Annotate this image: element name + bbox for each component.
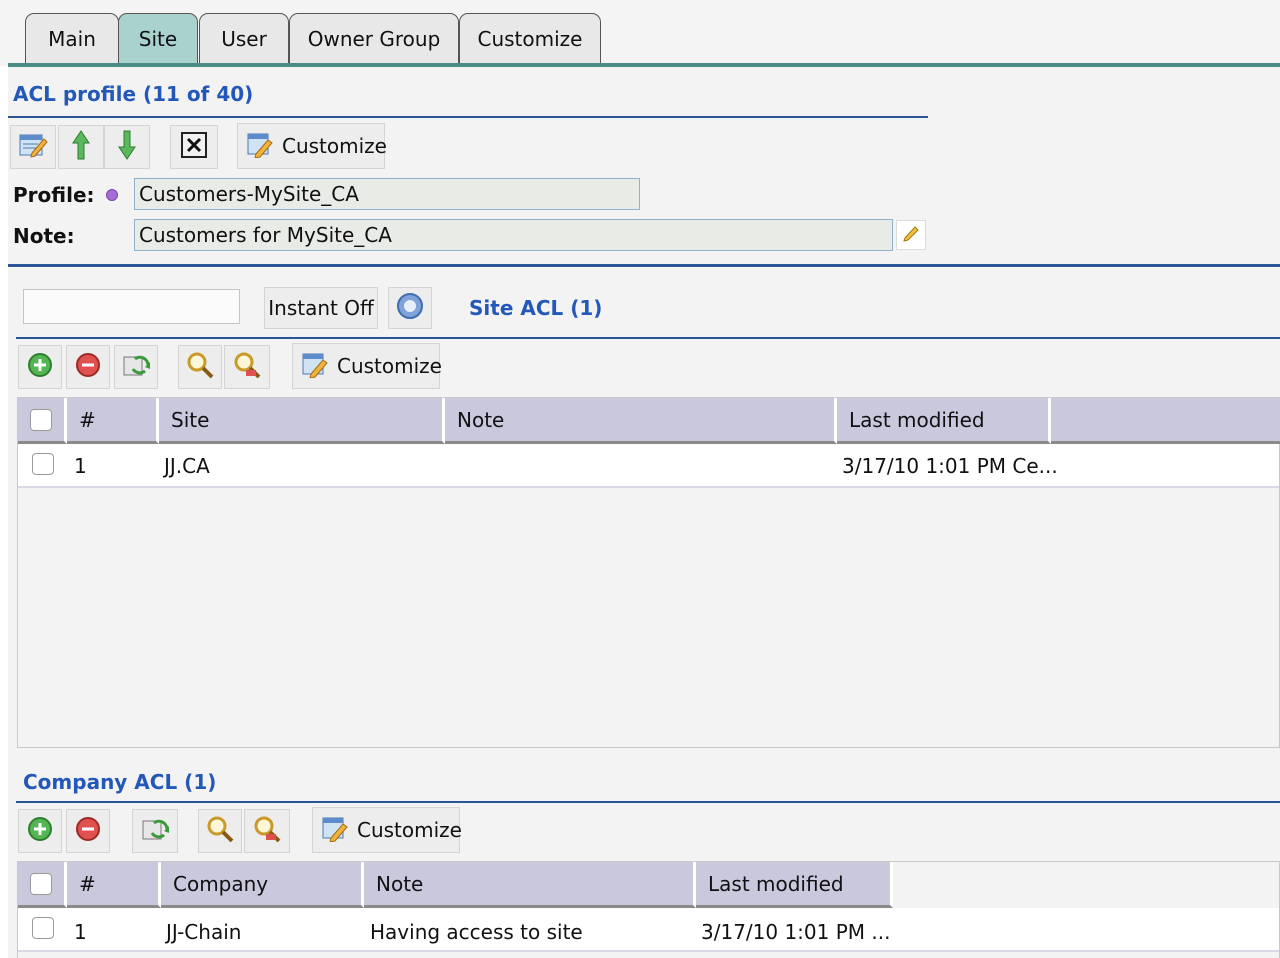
help-button[interactable]: [388, 287, 432, 329]
select-all-column[interactable]: [18, 862, 67, 908]
arrow-up-icon: [71, 129, 91, 166]
column-label: #: [79, 407, 96, 432]
tab-label: User: [221, 26, 267, 51]
tab-user[interactable]: User: [199, 13, 289, 63]
remove-icon: [75, 352, 101, 383]
delete-button[interactable]: [170, 125, 218, 169]
company-acl-title: Company ACL (1): [23, 770, 217, 794]
last-modified-cell: 3/17/10 1:01 PM Ce...: [842, 454, 1058, 478]
tab-main[interactable]: Main: [25, 13, 119, 63]
search-clear-icon: [252, 814, 282, 849]
column-header-number[interactable]: #: [67, 398, 159, 444]
add-icon: [27, 352, 53, 383]
column-label: Site: [171, 407, 210, 432]
site-remove-button[interactable]: [66, 345, 110, 389]
site-acl-title: Site ACL (1): [469, 296, 603, 320]
last-modified-cell: 3/17/10 1:01 PM ...: [701, 920, 891, 944]
acl-profile-title: ACL profile (11 of 40): [13, 82, 254, 106]
company-clear-search-button[interactable]: [244, 809, 290, 853]
column-header-number[interactable]: #: [67, 862, 161, 908]
column-header-company[interactable]: Company: [161, 862, 364, 908]
company-search-button[interactable]: [198, 809, 242, 853]
select-all-checkbox[interactable]: [30, 408, 52, 431]
company-remove-button[interactable]: [66, 809, 110, 853]
search-icon: [205, 814, 235, 849]
refresh-icon: [140, 815, 170, 848]
instant-toggle-button[interactable]: Instant Off: [264, 287, 378, 329]
search-icon: [185, 350, 215, 385]
edit-form-icon: [18, 131, 48, 164]
table-row[interactable]: 1 JJ.CA 3/17/10 1:01 PM Ce...: [18, 444, 1279, 488]
customize-icon: [246, 130, 274, 163]
site-clear-search-button[interactable]: [224, 345, 270, 389]
pencil-icon: [902, 223, 920, 247]
required-dot-icon: [106, 189, 118, 201]
site-search-button[interactable]: [178, 345, 222, 389]
refresh-icon: [121, 351, 151, 384]
site-acl-table: # Site Note Last modified 1 JJ.CA 3/17/1…: [17, 397, 1280, 748]
tab-label: Site: [138, 26, 178, 51]
select-all-checkbox[interactable]: [30, 872, 52, 895]
customize-icon: [301, 350, 329, 383]
column-header-note[interactable]: Note: [364, 862, 696, 908]
column-label: #: [79, 871, 96, 896]
column-label: Last modified: [849, 407, 985, 432]
column-label: Note: [457, 407, 505, 432]
tab-site[interactable]: Site: [118, 13, 198, 63]
tab-customize[interactable]: Customize: [459, 13, 601, 63]
tab-label: Owner Group: [307, 26, 441, 51]
customize-label: Customize: [337, 354, 442, 378]
column-label: Note: [376, 871, 424, 896]
site-add-button[interactable]: [18, 345, 62, 389]
customize-icon: [321, 814, 349, 847]
table-row[interactable]: 1 JJ-Chain Having access to site 3/17/10…: [18, 908, 1279, 952]
column-header-note[interactable]: Note: [445, 398, 837, 444]
site-acl-divider: [16, 337, 1280, 339]
note-cell: Having access to site: [370, 920, 583, 944]
profile-title-divider: [8, 116, 928, 118]
company-acl-table: # Company Note Last modified 1 JJ-Chain …: [17, 861, 1280, 958]
help-icon: [396, 292, 424, 325]
column-header-last-modified[interactable]: Last modified: [837, 398, 1051, 444]
search-clear-icon: [232, 350, 262, 385]
filter-search-input[interactable]: [23, 289, 240, 324]
profile-bottom-divider: [8, 264, 1280, 267]
site-cell: JJ.CA: [164, 454, 210, 478]
tab-owner-group[interactable]: Owner Group: [289, 13, 459, 63]
add-icon: [27, 816, 53, 847]
close-box-icon: [180, 131, 208, 164]
row-number: 1: [74, 920, 87, 944]
site-customize-button[interactable]: Customize: [292, 343, 442, 389]
company-acl-divider: [16, 801, 1280, 803]
edit-note-button[interactable]: [896, 220, 926, 250]
row-number: 1: [74, 454, 87, 478]
row-checkbox[interactable]: [32, 917, 54, 939]
move-up-button[interactable]: [58, 125, 104, 169]
note-label: Note:: [13, 224, 75, 248]
profile-customize-button[interactable]: Customize: [237, 123, 387, 169]
company-add-button[interactable]: [18, 809, 62, 853]
arrow-down-icon: [117, 129, 137, 166]
column-header-last-modified[interactable]: Last modified: [696, 862, 893, 908]
row-checkbox[interactable]: [32, 453, 54, 475]
column-label: Company: [173, 871, 269, 896]
column-header-site[interactable]: Site: [159, 398, 445, 444]
select-all-column[interactable]: [18, 398, 67, 444]
site-refresh-button[interactable]: [114, 345, 158, 389]
column-label: Last modified: [708, 871, 844, 896]
profile-name-input[interactable]: Customers-MySite_CA: [134, 178, 640, 210]
profile-label: Profile:: [13, 183, 95, 207]
edit-button[interactable]: [10, 125, 56, 169]
tab-label: Main: [48, 26, 96, 51]
customize-label: Customize: [357, 818, 462, 842]
note-input[interactable]: Customers for MySite_CA: [134, 219, 893, 251]
remove-icon: [75, 816, 101, 847]
company-cell: JJ-Chain: [166, 920, 242, 944]
move-down-button[interactable]: [104, 125, 150, 169]
instant-label: Instant Off: [268, 296, 374, 320]
company-customize-button[interactable]: Customize: [312, 807, 462, 853]
customize-label: Customize: [282, 134, 387, 158]
company-refresh-button[interactable]: [132, 809, 178, 853]
tab-label: Customize: [477, 26, 583, 51]
